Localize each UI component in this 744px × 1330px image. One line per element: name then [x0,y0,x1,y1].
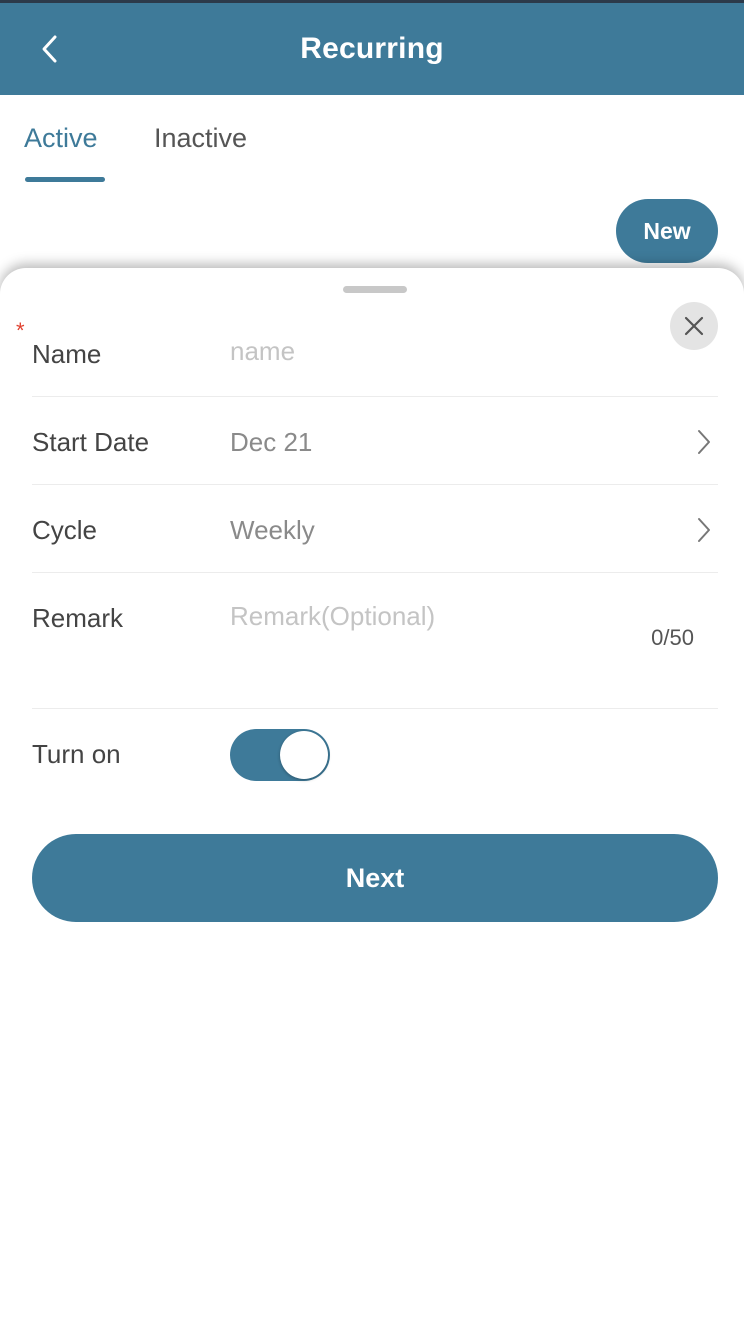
new-button[interactable]: New [616,199,718,263]
next-button[interactable]: Next [32,834,718,922]
start-date-value[interactable]: Dec 21 [230,427,312,458]
cycle-row[interactable]: Cycle Weekly [32,485,718,573]
start-date-label: Start Date [32,427,150,457]
cycle-label: Cycle [32,515,98,545]
remark-field-wrap [230,601,630,668]
toggle-knob [280,731,328,779]
name-field-wrap [230,336,670,367]
back-button[interactable] [34,29,66,69]
tab-inactive[interactable]: Inactive [154,123,247,154]
remark-label: Remark [32,603,124,633]
name-label: Name [32,339,102,369]
cycle-value[interactable]: Weekly [230,515,315,546]
remark-char-counter: 0/50 [651,625,694,650]
tab-bar: Active Inactive [0,95,744,190]
remark-input[interactable] [230,601,630,661]
start-date-row[interactable]: Start Date Dec 21 [32,397,718,485]
chevron-right-icon[interactable] [696,517,712,543]
app-header: Recurring [0,3,744,95]
name-input[interactable] [230,336,670,367]
sheet-drag-handle[interactable] [343,286,407,293]
active-tab-indicator [25,177,105,182]
remark-row: Remark 0/50 [32,573,718,709]
chevron-right-icon[interactable] [696,429,712,455]
tab-active[interactable]: Active [24,123,98,154]
turn-on-toggle[interactable] [230,729,330,781]
name-row: * Name [16,318,718,397]
page-title: Recurring [300,32,444,65]
bottom-sheet: * Name Start Date Dec 21 Cycle Weekly Re… [0,268,744,1330]
turn-on-label: Turn on [32,739,121,769]
required-marker: * [16,318,25,343]
chevron-left-icon [42,35,57,63]
